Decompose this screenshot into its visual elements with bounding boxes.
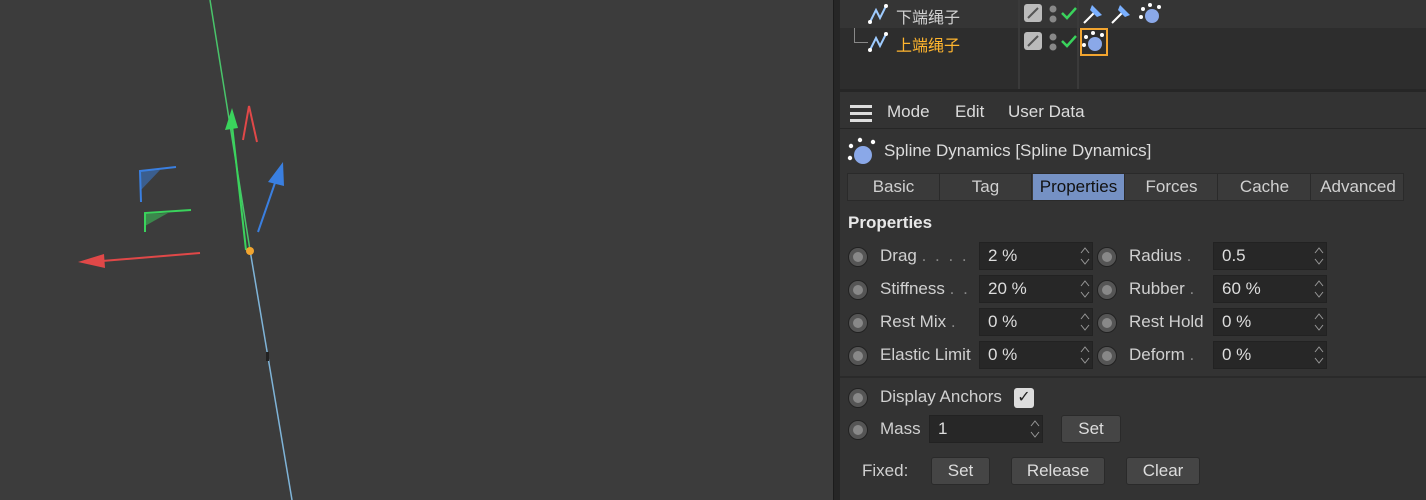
param-label: Elastic Limit (880, 345, 971, 364)
mass-set-button[interactable]: Set (1061, 415, 1121, 443)
x-axis-line (101, 252, 201, 262)
spinner-icon (1314, 280, 1324, 298)
spinner-icon (1314, 247, 1324, 265)
animate-radio[interactable] (1097, 346, 1117, 366)
animate-radio[interactable] (1097, 313, 1117, 333)
layer-dots-icon[interactable] (1048, 4, 1060, 24)
attribute-tabs: Basic Tag Properties Forces Cache Advanc… (847, 173, 1404, 201)
animate-radio[interactable] (848, 313, 868, 333)
tab-forces[interactable]: Forces (1126, 174, 1218, 200)
column-divider (1077, 0, 1079, 89)
spline-dynamics-tag-icon[interactable] (1138, 1, 1164, 27)
fixed-clear-button[interactable]: Clear (1126, 457, 1200, 485)
tab-advanced[interactable]: Advanced (1312, 174, 1404, 200)
x-axis-arrow (78, 254, 105, 268)
rotation-handle-red (242, 105, 258, 143)
pin-tag-icon[interactable] (1080, 1, 1106, 27)
object-manager: 下端绳子 上端绳子 (840, 0, 1426, 92)
spline-point-marker (266, 352, 269, 361)
param-label: Rest Mix . (880, 312, 958, 331)
animate-radio[interactable] (848, 280, 868, 300)
spline-icon (868, 32, 888, 52)
attribute-menubar: Mode Edit User Data (840, 95, 1426, 129)
spinner-icon (1080, 247, 1090, 265)
animate-radio[interactable] (848, 346, 868, 366)
spline-dynamics-tag-icon (847, 137, 876, 164)
panel-splitter[interactable] (833, 0, 840, 500)
menu-user-data[interactable]: User Data (1008, 102, 1085, 122)
tab-cache[interactable]: Cache (1219, 174, 1311, 200)
param-label: Deform . (1129, 345, 1197, 364)
spline-lower-segment (249, 249, 293, 500)
rest-hold-input[interactable]: 0 % (1213, 308, 1327, 336)
right-panel: 下端绳子 上端绳子 Mode Edit User Data Spline Dyn… (840, 0, 1426, 500)
3d-viewport[interactable] (0, 0, 833, 500)
visibility-toggle-icon[interactable] (1024, 4, 1042, 22)
fixed-release-button[interactable]: Release (1011, 457, 1105, 485)
visibility-toggle-icon[interactable] (1024, 32, 1042, 50)
param-label: Rubber . (1129, 279, 1197, 298)
object-row[interactable]: 上端绳子 (840, 28, 1426, 56)
animate-radio[interactable] (1097, 280, 1117, 300)
animate-radio[interactable] (848, 247, 868, 267)
stiffness-input[interactable]: 20 % (979, 275, 1093, 303)
group-title: Properties (848, 213, 933, 232)
spinner-icon (1030, 420, 1040, 438)
spinner-icon (1314, 313, 1324, 331)
viewport-canvas (78, 0, 293, 500)
animate-radio[interactable] (1097, 247, 1117, 267)
param-label: Stiffness . . (880, 279, 970, 298)
animate-radio[interactable] (848, 420, 868, 440)
drag-input[interactable]: 2 % (979, 242, 1093, 270)
param-label: Rest Hold (1129, 312, 1204, 331)
spline-icon (868, 4, 888, 24)
fixed-set-button[interactable]: Set (931, 457, 990, 485)
spinner-icon (1080, 280, 1090, 298)
object-row[interactable]: 下端绳子 (840, 0, 1426, 28)
rest-mix-input[interactable]: 0 % (979, 308, 1093, 336)
spinner-icon (1080, 313, 1090, 331)
tab-properties[interactable]: Properties (1033, 174, 1125, 200)
z-axis-line (257, 179, 277, 233)
pin-tag-icon[interactable] (1108, 1, 1134, 27)
rubber-input[interactable]: 60 % (1213, 275, 1327, 303)
spline-dynamics-tag-icon[interactable] (1080, 28, 1108, 56)
layer-dots-icon[interactable] (1048, 32, 1060, 52)
radius-input[interactable]: 0.5 (1213, 242, 1327, 270)
spinner-icon (1314, 346, 1324, 364)
spinner-icon (1080, 346, 1090, 364)
mass-input[interactable]: 1 (929, 415, 1043, 443)
object-name: 下端绳子 (896, 10, 961, 27)
y-axis-line (231, 124, 247, 251)
column-divider (1018, 0, 1020, 89)
mass-label: Mass (880, 419, 921, 438)
fixed-label: Fixed: (862, 461, 909, 480)
attribute-title: Spline Dynamics [Spline Dynamics] (884, 141, 1152, 160)
z-axis-arrow (268, 162, 284, 186)
object-origin-point (246, 247, 254, 255)
menu-edit[interactable]: Edit (955, 102, 984, 122)
y-axis-arrow (225, 108, 238, 130)
animate-radio[interactable] (848, 388, 868, 408)
section-divider (840, 376, 1426, 378)
hamburger-menu-icon[interactable] (850, 105, 872, 122)
display-anchors-checkbox[interactable]: ✓ (1014, 388, 1034, 408)
param-label: Drag . . . . (880, 246, 969, 265)
param-label: Radius . (1129, 246, 1194, 265)
enabled-check-icon[interactable] (1060, 33, 1078, 49)
tab-basic[interactable]: Basic (848, 174, 940, 200)
elastic-limit-input[interactable]: 0 % (979, 341, 1093, 369)
object-name: 上端绳子 (896, 38, 961, 55)
deform-input[interactable]: 0 % (1213, 341, 1327, 369)
tab-tag[interactable]: Tag (940, 174, 1032, 200)
menu-mode[interactable]: Mode (887, 102, 930, 122)
enabled-check-icon[interactable] (1060, 5, 1078, 21)
display-anchors-label: Display Anchors (880, 387, 1002, 406)
